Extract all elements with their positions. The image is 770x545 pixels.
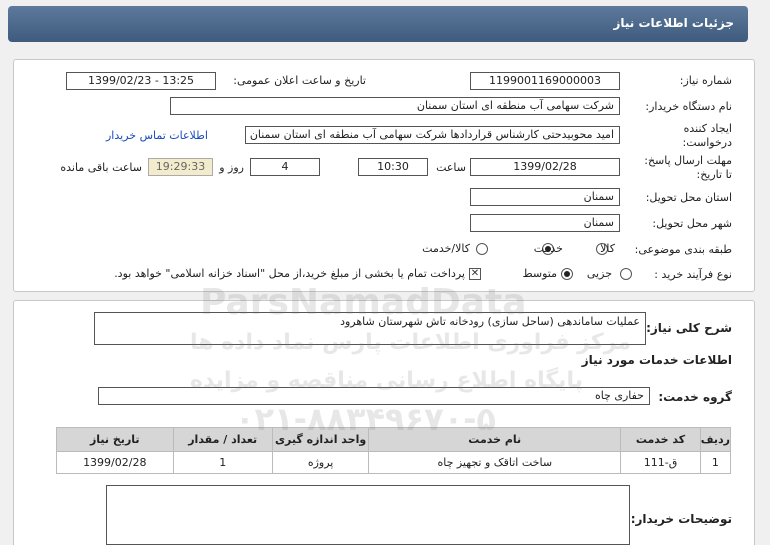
cell-quantity: 1 (172, 451, 273, 474)
services-table-header: ردیف کد خدمت نام خدمت واحد اندازه گیری ت… (56, 427, 732, 452)
creator-label-line1: ایجاد کننده (683, 122, 732, 135)
process-option-minor: جزیی (586, 267, 612, 280)
need-number-label: شماره نیاز: (679, 74, 732, 87)
deadline-date-field: 1399/02/28 (470, 158, 620, 176)
buyer-field: شرکت سهامی آب منطقه ای استان سمنان (170, 97, 620, 115)
deadline-label-line2: تا تاریخ: (696, 168, 732, 181)
buyer-notes-field (106, 485, 630, 545)
creator-label-line2: درخواست: (682, 136, 732, 149)
col-row-number: ردیف (699, 427, 732, 452)
buyer-notes-label: توضیحات خریدار: (630, 512, 732, 526)
cell-service-code: ق-111 (620, 451, 701, 474)
remaining-time-field: 19:29:33 (148, 158, 213, 176)
col-need-date: تاریخ نیاز (56, 427, 174, 452)
treasury-payment-checkbox[interactable]: ✕ (469, 268, 481, 280)
services-table: ردیف کد خدمت نام خدمت واحد اندازه گیری ت… (56, 427, 732, 474)
deadline-label-line1: مهلت ارسال پاسخ: (644, 154, 732, 167)
category-option-goods-service: کالا/خدمت (422, 242, 470, 255)
cell-need-date: 1399/02/28 (56, 451, 174, 474)
creator-field: امید محوبیدحتی کارشناس قراردادها شرکت سه… (245, 126, 620, 144)
page-header: جزئیات اطلاعات نیاز (8, 6, 748, 42)
col-service-name: نام خدمت (368, 427, 622, 452)
category-label: طبقه بندی موضوعی: (634, 243, 732, 256)
col-quantity: تعداد / مقدار (172, 427, 273, 452)
days-field: 4 (250, 158, 320, 176)
cell-unit: پروژه (271, 451, 370, 474)
deadline-time-label: ساعت (436, 161, 466, 174)
cell-service-name: ساخت اتاقک و تجهیز چاه (368, 451, 622, 474)
process-option-medium: متوسط (522, 267, 557, 280)
category-radio-goods-service[interactable] (476, 243, 488, 255)
remaining-label: ساعت باقی مانده (60, 161, 142, 174)
description-label: شرح کلی نیاز: (646, 321, 732, 335)
category-option-service: خدمت (533, 242, 563, 255)
process-label: نوع فرآیند خرید : (654, 268, 732, 281)
table-row: 1 ق-111 ساخت اتاقک و تجهیز چاه پروژه 1 1… (56, 451, 732, 474)
services-heading: اطلاعات خدمات مورد نیاز (581, 353, 732, 367)
process-radio-minor[interactable] (620, 268, 632, 280)
province-field: سمنان (470, 188, 620, 206)
buyer-contact-link[interactable]: اطلاعات تماس خریدار (106, 129, 208, 142)
deadline-time-field: 10:30 (358, 158, 428, 176)
province-label: استان محل تحویل: (645, 191, 732, 204)
col-unit: واحد اندازه گیری (271, 427, 370, 452)
category-option-goods: کالا (600, 242, 615, 255)
days-label: روز و (219, 161, 244, 174)
need-number-field: 1199001169000003 (470, 72, 620, 90)
service-group-field: حفاری چاه (98, 387, 650, 405)
service-group-label: گروه خدمت: (658, 390, 732, 404)
city-label: شهر محل تحویل: (652, 217, 732, 230)
city-field: سمنان (470, 214, 620, 232)
description-field: عملیات ساماندهی (ساحل سازی) رودخانه تاش … (94, 312, 646, 345)
buyer-label: نام دستگاه خریدار: (645, 100, 732, 113)
col-service-code: کد خدمت (620, 427, 701, 452)
treasury-payment-note: پرداخت تمام یا بخشی از مبلغ خرید،از محل … (114, 267, 465, 280)
process-radio-medium[interactable] (561, 268, 573, 280)
cell-row-number: 1 (699, 451, 732, 474)
announce-field: 1399/02/23 - 13:25 (66, 72, 216, 90)
announce-label: تاریخ و ساعت اعلان عمومی: (233, 74, 366, 87)
